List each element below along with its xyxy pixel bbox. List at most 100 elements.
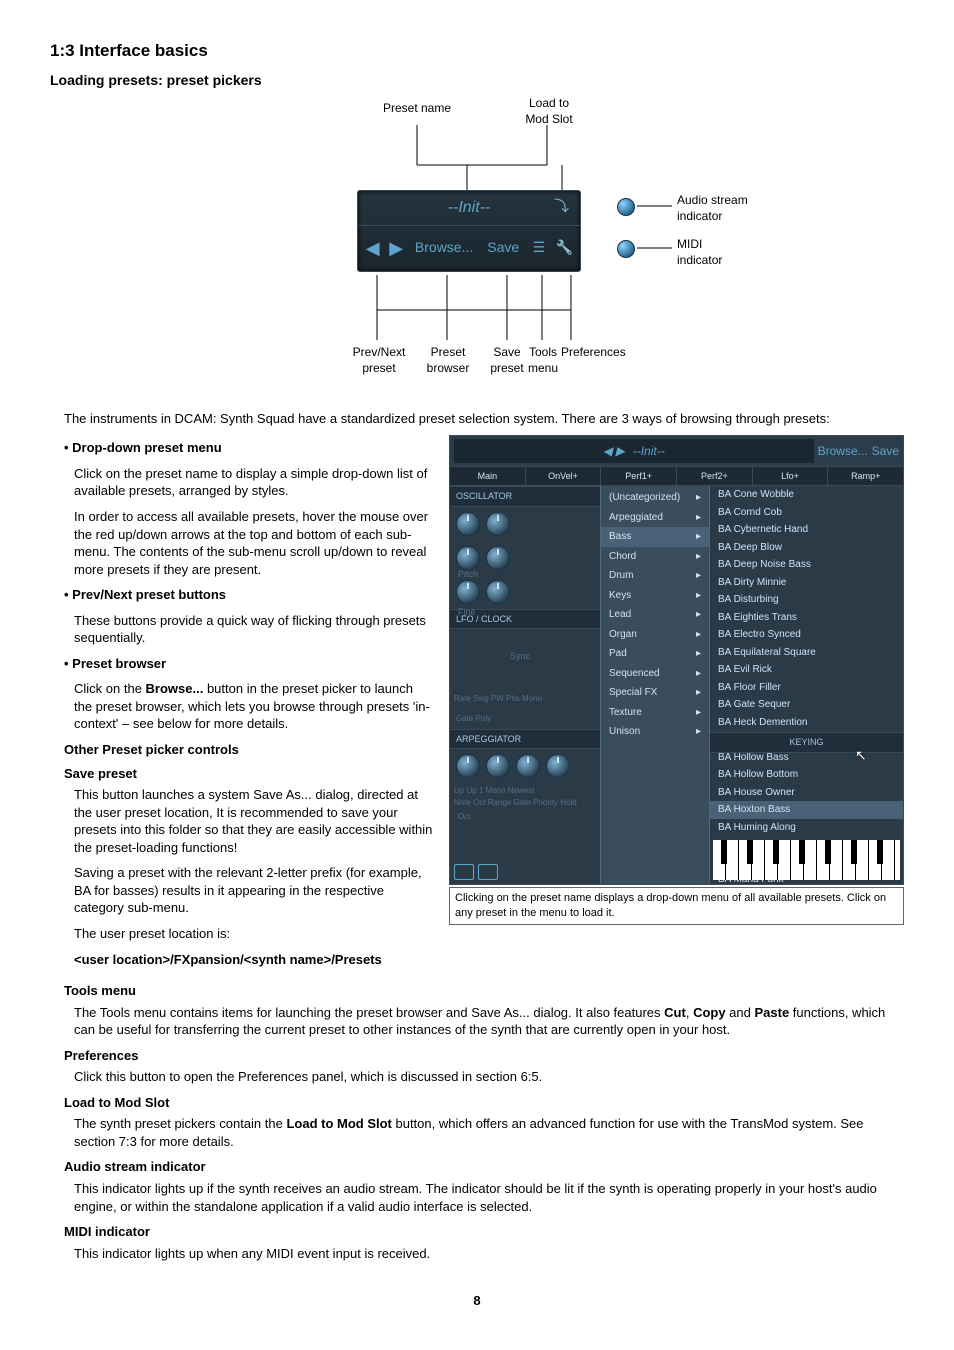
dd-preset-item[interactable]: BA Electro Synced [710, 626, 903, 644]
dd-preset-item[interactable]: BA Gate Sequer [710, 696, 903, 714]
dd-tab[interactable]: Lfo+ [752, 467, 828, 485]
preset-name-display[interactable]: --Init-- [448, 197, 491, 219]
next-preset-button[interactable]: ▶ [387, 236, 404, 260]
midi-indicator-heading: MIDI indicator [64, 1223, 904, 1241]
knob[interactable] [486, 580, 510, 604]
dd-preset-item[interactable]: BA Heck Demention [710, 714, 903, 732]
dd-preset-item[interactable]: BA Deep Blow [710, 539, 903, 557]
save-p1: This button launches a system Save As...… [74, 786, 433, 856]
loadslot-p-a: The synth preset pickers contain the [74, 1116, 286, 1131]
save-path: <user location>/FXpansion/<synth name>/P… [74, 951, 433, 969]
ghost-label: Oct [458, 812, 470, 823]
browse-button[interactable]: Browse... [411, 236, 477, 259]
intro-paragraph: The instruments in DCAM: Synth Squad hav… [64, 410, 904, 428]
dd-category-item[interactable]: Bass▸ [601, 527, 709, 547]
tools-paste: Paste [754, 1005, 789, 1020]
load-to-mod-slot-heading: Load to Mod Slot [64, 1094, 904, 1112]
knob[interactable] [456, 754, 480, 778]
screenshot-caption: Clicking on the preset name displays a d… [449, 887, 904, 925]
dd-preset-item[interactable]: BA House Owner [710, 784, 903, 802]
dd-preset-item[interactable]: BA Floor Filler [710, 679, 903, 697]
tools-p-a: The Tools menu contains items for launch… [74, 1005, 664, 1020]
dd-category-item[interactable]: Texture▸ [601, 703, 709, 723]
browser-p-a: Click on the [74, 681, 146, 696]
dd-category-item[interactable]: Keys▸ [601, 586, 709, 606]
prev-preset-button[interactable]: ◀ [364, 236, 381, 260]
dd-preset-item[interactable]: BA Evil Rick [710, 661, 903, 679]
dd-category-item[interactable]: Organ▸ [601, 625, 709, 645]
dd-preset-item[interactable]: BA Eighties Trans [710, 609, 903, 627]
dd-tab[interactable]: Main [450, 467, 525, 485]
dd-preset-item[interactable]: BA Dirty Minnie [710, 574, 903, 592]
dd-category-item[interactable]: Special FX▸ [601, 683, 709, 703]
dd-category-item[interactable]: Chord▸ [601, 547, 709, 567]
dd-preset-name[interactable]: ◀ ▶--Init-- [454, 439, 814, 463]
dd-preset-item[interactable]: BA Cornd Cob [710, 504, 903, 522]
knob[interactable] [486, 512, 510, 536]
midi-indicator [617, 240, 635, 258]
knob[interactable] [486, 754, 510, 778]
small-button[interactable] [454, 864, 474, 880]
ghost-label: Up Up 1 Mono Newest [454, 786, 534, 797]
dd-preset-item[interactable]: BA Disturbing [710, 591, 903, 609]
label-midi-indicator: MIDI indicator [677, 236, 722, 268]
section-heading: 1:3 Interface basics [50, 40, 904, 63]
knob[interactable] [516, 754, 540, 778]
save-button[interactable]: Save [483, 236, 523, 259]
load-to-mod-slot-icon[interactable]: ⤵ [554, 197, 570, 219]
preset-picker-mock: --Init-- ⤵ ◀ ▶ Browse... Save ☰ 🔧 [357, 190, 581, 272]
label-tools: Tools menu [525, 344, 561, 376]
dd-browse[interactable]: Browse... [818, 443, 868, 459]
small-button[interactable] [478, 864, 498, 880]
page-number: 8 [50, 1292, 904, 1310]
ghost-label: Gate Poly [456, 714, 491, 725]
dd-preset-item[interactable]: BA Cone Wobble [710, 486, 903, 504]
tools-copy: Copy [693, 1005, 726, 1020]
dropdown-p2: In order to access all available presets… [74, 508, 433, 578]
dd-preset-item[interactable]: BA Huming Along [710, 819, 903, 837]
label-preferences: Preferences [561, 344, 626, 360]
bullet-dropdown-title: • Drop-down preset menu [64, 439, 433, 457]
preferences-heading: Preferences [64, 1047, 904, 1065]
knob[interactable] [486, 546, 510, 570]
dd-preset-item[interactable]: BA Equilateral Square [710, 644, 903, 662]
dd-category-item[interactable]: Drum▸ [601, 566, 709, 586]
preset-picker-diagram: Preset name Load to Mod Slot Audio strea… [117, 100, 837, 400]
knob[interactable] [456, 546, 480, 570]
tools-menu-icon[interactable]: ☰ [529, 238, 548, 257]
tools-p: The Tools menu contains items for launch… [74, 1004, 904, 1039]
dd-category-item[interactable]: (Uncategorized)▸ [601, 488, 709, 508]
save-p2: Saving a preset with the relevant 2-lett… [74, 864, 433, 917]
dd-category-item[interactable]: Pad▸ [601, 644, 709, 664]
dd-tab[interactable]: Ramp+ [827, 467, 903, 485]
dd-body: OSCILLATOR Pitch Fine LFO / CLOCK Sync R… [450, 486, 903, 884]
dd-osc-header: OSCILLATOR [450, 486, 600, 506]
dd-save[interactable]: Save [872, 443, 899, 459]
dd-preset-item[interactable]: BA Hoxton Bass [710, 801, 903, 819]
knob[interactable] [456, 580, 480, 604]
dd-tab[interactable]: Perf1+ [600, 467, 676, 485]
dd-preset-text: --Init-- [633, 444, 665, 458]
save-preset-heading: Save preset [64, 765, 433, 783]
dd-category-item[interactable]: Lead▸ [601, 605, 709, 625]
preferences-icon[interactable]: 🔧 [555, 238, 574, 257]
knob[interactable] [546, 754, 570, 778]
dd-category-item[interactable]: Sequenced▸ [601, 664, 709, 684]
preset-picker-top: --Init-- ⤵ [358, 191, 580, 226]
dd-preset-item[interactable]: BA Cybernetic Hand [710, 521, 903, 539]
subsection-heading: Loading presets: preset pickers [50, 71, 904, 90]
tools-cut: Cut [664, 1005, 686, 1020]
dd-category-item[interactable]: Arpeggiated▸ [601, 508, 709, 528]
prevnext-p: These buttons provide a quick way of fli… [74, 612, 433, 647]
dd-tab[interactable]: OnVel+ [525, 467, 601, 485]
audio-p: This indicator lights up if the synth re… [74, 1180, 904, 1215]
audio-indicator-heading: Audio stream indicator [64, 1158, 904, 1176]
dd-preset-item[interactable]: BA Hollow Bottom [710, 766, 903, 784]
knob[interactable] [456, 512, 480, 536]
dd-preset-item[interactable]: BA Deep Noise Bass [710, 556, 903, 574]
dd-tab[interactable]: Perf2+ [676, 467, 752, 485]
dd-category-item[interactable]: Unison▸ [601, 722, 709, 742]
dd-tabs: MainOnVel+Perf1+Perf2+Lfo+Ramp+ [450, 467, 903, 486]
dd-category-menu: (Uncategorized)▸Arpeggiated▸Bass▸Chord▸D… [600, 486, 710, 884]
label-save: Save preset [485, 344, 529, 376]
